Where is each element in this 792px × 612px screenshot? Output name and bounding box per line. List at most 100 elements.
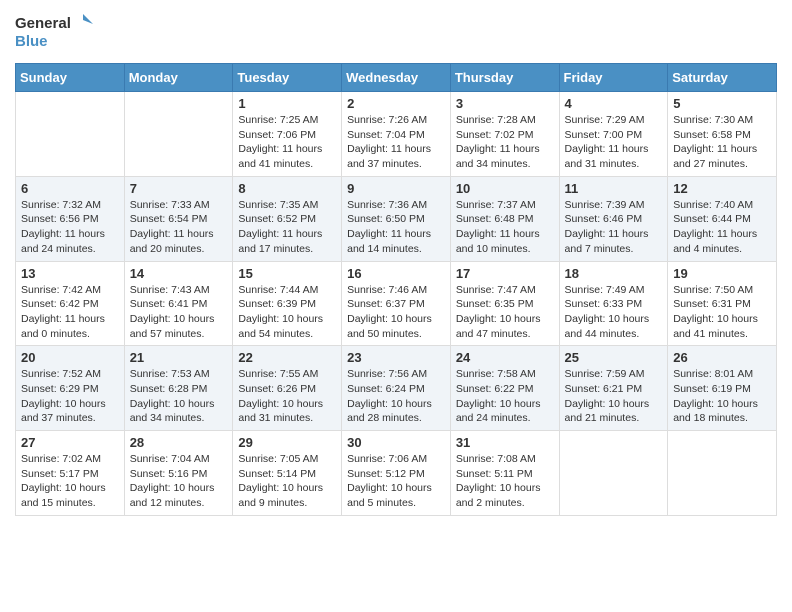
col-saturday: Saturday: [668, 64, 777, 92]
day-info: Sunrise: 7:52 AMSunset: 6:29 PMDaylight:…: [21, 367, 119, 426]
col-friday: Friday: [559, 64, 668, 92]
day-number: 9: [347, 181, 445, 196]
day-number: 10: [456, 181, 554, 196]
day-number: 23: [347, 350, 445, 365]
calendar-cell: [668, 431, 777, 516]
day-number: 16: [347, 266, 445, 281]
day-info: Sunrise: 7:37 AMSunset: 6:48 PMDaylight:…: [456, 198, 554, 257]
header: General Blue: [15, 10, 777, 55]
svg-text:Blue: Blue: [15, 33, 48, 50]
day-info: Sunrise: 7:36 AMSunset: 6:50 PMDaylight:…: [347, 198, 445, 257]
calendar-cell: 8Sunrise: 7:35 AMSunset: 6:52 PMDaylight…: [233, 176, 342, 261]
col-wednesday: Wednesday: [342, 64, 451, 92]
day-number: 22: [238, 350, 336, 365]
day-number: 6: [21, 181, 119, 196]
day-info: Sunrise: 7:25 AMSunset: 7:06 PMDaylight:…: [238, 113, 336, 172]
day-number: 1: [238, 96, 336, 111]
calendar-cell: 2 Sunrise: 7:26 AMSunset: 7:04 PMDaylight…: [342, 92, 451, 177]
day-info: Sunrise: 7:55 AMSunset: 6:26 PMDaylight:…: [238, 367, 336, 426]
day-number: 2: [347, 96, 445, 111]
day-info: Sunrise: 7:30 AMSunset: 6:58 PMDaylight:…: [673, 113, 771, 172]
calendar-cell: 18 Sunrise: 7:49 AMSunset: 6:33 PMDayligh…: [559, 261, 668, 346]
calendar-cell: 26Sunrise: 8:01 AMSunset: 6:19 PMDayligh…: [668, 346, 777, 431]
day-info: Sunrise: 7:53 AMSunset: 6:28 PMDaylight:…: [130, 367, 228, 426]
day-number: 21: [130, 350, 228, 365]
day-info: Sunrise: 7:05 AMSunset: 5:14 PMDaylight:…: [238, 452, 336, 511]
day-info: Sunrise: 7:59 AMSunset: 6:21 PMDaylight:…: [565, 367, 663, 426]
day-number: 3: [456, 96, 554, 111]
calendar-cell: 16 Sunrise: 7:46 AMSunset: 6:37 PMDayligh…: [342, 261, 451, 346]
logo: General Blue: [15, 10, 95, 55]
calendar-cell: 29 Sunrise: 7:05 AMSunset: 5:14 PMDayligh…: [233, 431, 342, 516]
day-info: Sunrise: 7:43 AMSunset: 6:41 PMDaylight:…: [130, 283, 228, 342]
calendar-cell: [559, 431, 668, 516]
day-info: Sunrise: 7:47 AMSunset: 6:35 PMDaylight:…: [456, 283, 554, 342]
day-info: Sunrise: 7:42 AMSunset: 6:42 PMDaylight:…: [21, 283, 119, 342]
day-number: 18: [565, 266, 663, 281]
day-info: Sunrise: 7:56 AMSunset: 6:24 PMDaylight:…: [347, 367, 445, 426]
day-number: 27: [21, 435, 119, 450]
day-number: 4: [565, 96, 663, 111]
day-number: 7: [130, 181, 228, 196]
calendar-cell: 12 Sunrise: 7:40 AMSunset: 6:44 PMDayligh…: [668, 176, 777, 261]
calendar-week-row: 27 Sunrise: 7:02 AMSunset: 5:17 PMDayligh…: [16, 431, 777, 516]
day-info: Sunrise: 7:02 AMSunset: 5:17 PMDaylight:…: [21, 452, 119, 511]
calendar-cell: 25 Sunrise: 7:59 AMSunset: 6:21 PMDayligh…: [559, 346, 668, 431]
col-tuesday: Tuesday: [233, 64, 342, 92]
day-number: 20: [21, 350, 119, 365]
day-info: Sunrise: 7:29 AMSunset: 7:00 PMDaylight:…: [565, 113, 663, 172]
col-thursday: Thursday: [450, 64, 559, 92]
day-info: Sunrise: 7:32 AMSunset: 6:56 PMDaylight:…: [21, 198, 119, 257]
calendar-cell: 27 Sunrise: 7:02 AMSunset: 5:17 PMDayligh…: [16, 431, 125, 516]
day-info: Sunrise: 7:46 AMSunset: 6:37 PMDaylight:…: [347, 283, 445, 342]
calendar-cell: 28Sunrise: 7:04 AMSunset: 5:16 PMDayligh…: [124, 431, 233, 516]
calendar-cell: 4 Sunrise: 7:29 AMSunset: 7:00 PMDaylight…: [559, 92, 668, 177]
calendar-table: Sunday Monday Tuesday Wednesday Thursday…: [15, 63, 777, 516]
calendar-cell: 20 Sunrise: 7:52 AMSunset: 6:29 PMDayligh…: [16, 346, 125, 431]
calendar-week-row: 1 Sunrise: 7:25 AMSunset: 7:06 PMDaylight…: [16, 92, 777, 177]
day-number: 5: [673, 96, 771, 111]
calendar-cell: 19 Sunrise: 7:50 AMSunset: 6:31 PMDayligh…: [668, 261, 777, 346]
day-number: 29: [238, 435, 336, 450]
logo-svg: General Blue: [15, 10, 95, 55]
day-info: Sunrise: 7:40 AMSunset: 6:44 PMDaylight:…: [673, 198, 771, 257]
day-number: 15: [238, 266, 336, 281]
calendar-cell: 30 Sunrise: 7:06 AMSunset: 5:12 PMDayligh…: [342, 431, 451, 516]
calendar-cell: 31Sunrise: 7:08 AMSunset: 5:11 PMDayligh…: [450, 431, 559, 516]
day-info: Sunrise: 7:33 AMSunset: 6:54 PMDaylight:…: [130, 198, 228, 257]
day-info: Sunrise: 7:06 AMSunset: 5:12 PMDaylight:…: [347, 452, 445, 511]
day-number: 14: [130, 266, 228, 281]
calendar-cell: 3Sunrise: 7:28 AMSunset: 7:02 PMDaylight…: [450, 92, 559, 177]
calendar-header-row: Sunday Monday Tuesday Wednesday Thursday…: [16, 64, 777, 92]
day-info: Sunrise: 7:35 AMSunset: 6:52 PMDaylight:…: [238, 198, 336, 257]
calendar-cell: 1 Sunrise: 7:25 AMSunset: 7:06 PMDaylight…: [233, 92, 342, 177]
day-number: 26: [673, 350, 771, 365]
calendar-cell: 22 Sunrise: 7:55 AMSunset: 6:26 PMDayligh…: [233, 346, 342, 431]
day-info: Sunrise: 7:50 AMSunset: 6:31 PMDaylight:…: [673, 283, 771, 342]
calendar-cell: 23 Sunrise: 7:56 AMSunset: 6:24 PMDayligh…: [342, 346, 451, 431]
calendar-cell: 10 Sunrise: 7:37 AMSunset: 6:48 PMDayligh…: [450, 176, 559, 261]
calendar-cell: 11Sunrise: 7:39 AMSunset: 6:46 PMDayligh…: [559, 176, 668, 261]
calendar-cell: 13 Sunrise: 7:42 AMSunset: 6:42 PMDayligh…: [16, 261, 125, 346]
calendar-cell: 9 Sunrise: 7:36 AMSunset: 6:50 PMDaylight…: [342, 176, 451, 261]
calendar-cell: 6 Sunrise: 7:32 AMSunset: 6:56 PMDaylight…: [16, 176, 125, 261]
day-number: 11: [565, 181, 663, 196]
day-info: Sunrise: 7:49 AMSunset: 6:33 PMDaylight:…: [565, 283, 663, 342]
calendar-cell: 21 Sunrise: 7:53 AMSunset: 6:28 PMDayligh…: [124, 346, 233, 431]
day-number: 30: [347, 435, 445, 450]
calendar-cell: 15 Sunrise: 7:44 AMSunset: 6:39 PMDayligh…: [233, 261, 342, 346]
col-monday: Monday: [124, 64, 233, 92]
day-number: 25: [565, 350, 663, 365]
day-info: Sunrise: 7:44 AMSunset: 6:39 PMDaylight:…: [238, 283, 336, 342]
calendar-cell: 7 Sunrise: 7:33 AMSunset: 6:54 PMDaylight…: [124, 176, 233, 261]
calendar-page: General Blue Sunday Monday Tuesday Wedne…: [0, 0, 792, 612]
day-number: 13: [21, 266, 119, 281]
day-info: Sunrise: 7:26 AMSunset: 7:04 PMDaylight:…: [347, 113, 445, 172]
svg-text:General: General: [15, 15, 71, 32]
calendar-cell: 24Sunrise: 7:58 AMSunset: 6:22 PMDayligh…: [450, 346, 559, 431]
calendar-cell: 14 Sunrise: 7:43 AMSunset: 6:41 PMDayligh…: [124, 261, 233, 346]
day-info: Sunrise: 7:04 AMSunset: 5:16 PMDaylight:…: [130, 452, 228, 511]
calendar-week-row: 13 Sunrise: 7:42 AMSunset: 6:42 PMDayligh…: [16, 261, 777, 346]
day-number: 19: [673, 266, 771, 281]
day-number: 12: [673, 181, 771, 196]
